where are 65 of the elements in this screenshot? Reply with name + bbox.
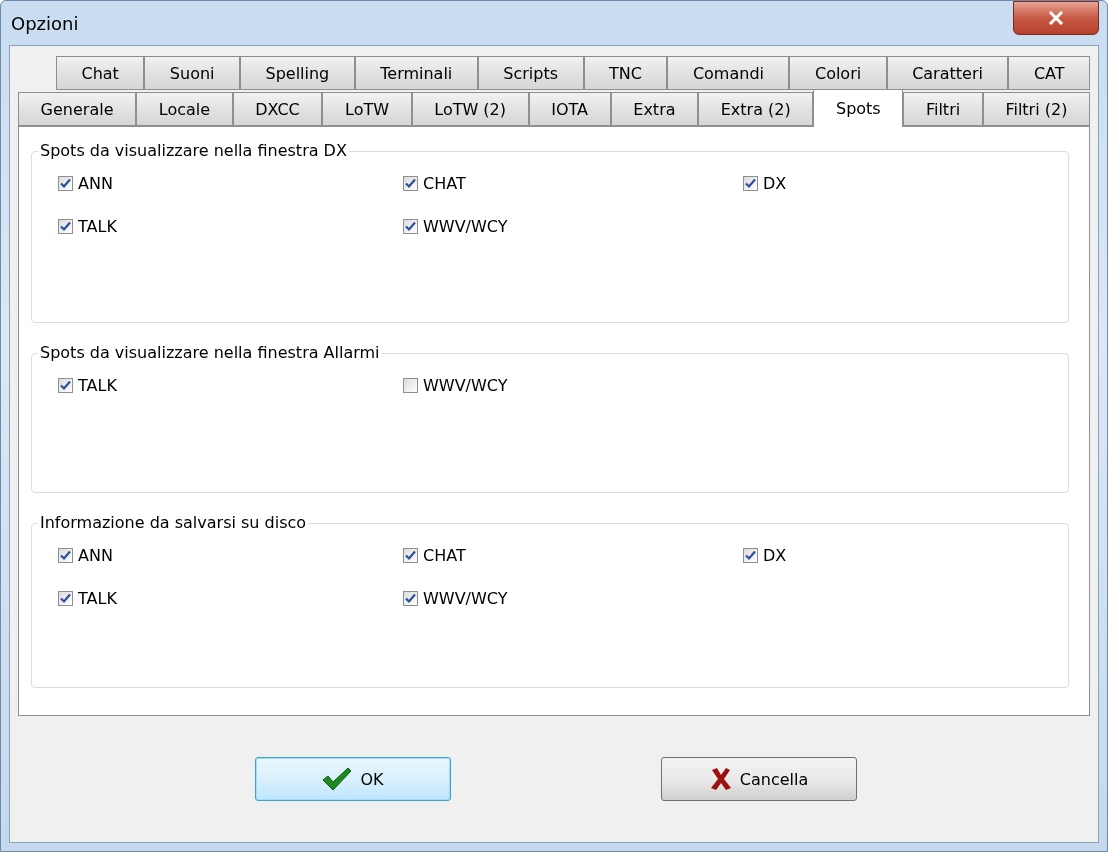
tab[interactable]: Filtri (903, 92, 983, 126)
checkmark-icon (405, 593, 416, 604)
checkmark-icon (322, 767, 353, 791)
checkbox[interactable] (58, 548, 73, 563)
checkmark-icon (60, 593, 71, 604)
checkbox[interactable] (403, 378, 418, 393)
tab[interactable]: Suoni (144, 56, 240, 90)
checkbox[interactable] (403, 176, 418, 191)
tab[interactable]: Locale (136, 92, 233, 126)
checkbox[interactable] (58, 176, 73, 191)
checkbox[interactable] (58, 378, 73, 393)
checkbox-label: ANN (78, 546, 113, 565)
group-title: Spots da visualizzare nella finestra DX (38, 141, 349, 160)
checkmark-icon (405, 550, 416, 561)
checkbox[interactable] (403, 548, 418, 563)
checkbox-label: WWV/WCY (423, 589, 508, 608)
tab[interactable]: Scripts (477, 56, 584, 90)
checkbox-label: CHAT (423, 174, 466, 193)
tab[interactable]: Generale (18, 92, 137, 126)
tab[interactable]: LoTW (322, 92, 412, 126)
checkbox-label: TALK (78, 589, 117, 608)
checkbox[interactable] (403, 591, 418, 606)
cross-icon (709, 767, 732, 791)
group-title: Spots da visualizzare nella finestra Allarmi (38, 343, 382, 362)
checkmark-icon (60, 178, 71, 189)
tab[interactable]: IOTA (528, 92, 611, 126)
tab[interactable]: Comandi (667, 56, 790, 90)
checkbox[interactable] (403, 219, 418, 234)
checkbox[interactable] (58, 591, 73, 606)
ok-button[interactable]: OK (255, 757, 451, 801)
checkbox-label: TALK (78, 217, 117, 236)
checkmark-icon (405, 178, 416, 189)
tab[interactable]: Extra (610, 92, 699, 126)
tab[interactable]: DXCC (232, 92, 323, 126)
checkbox[interactable] (743, 176, 758, 191)
checkbox-label: CHAT (423, 546, 466, 565)
tab[interactable]: Chat (56, 56, 145, 90)
tab[interactable]: Filtri (2) (982, 92, 1090, 126)
tab[interactable]: CAT (1008, 56, 1091, 90)
checkmark-icon (60, 380, 71, 391)
cancel-button[interactable]: Cancella (661, 757, 857, 801)
checkbox-label: ANN (78, 174, 113, 193)
close-button[interactable] (1013, 1, 1099, 35)
checkbox-label: TALK (78, 376, 117, 395)
tab[interactable]: Spots (813, 89, 904, 127)
checkbox-label: DX (763, 174, 787, 193)
tab[interactable]: LoTW (2) (411, 92, 529, 126)
tab[interactable]: Caratteri (886, 56, 1009, 90)
checkmark-icon (745, 178, 756, 189)
tab[interactable]: Colori (789, 56, 887, 90)
tab[interactable]: TNC (583, 56, 668, 90)
checkbox-label: WWV/WCY (423, 217, 508, 236)
checkmark-icon (405, 221, 416, 232)
tab[interactable]: Terminali (354, 56, 478, 90)
checkbox-label: WWV/WCY (423, 376, 508, 395)
checkmark-icon (60, 550, 71, 561)
checkbox-label: DX (763, 546, 787, 565)
checkbox[interactable] (743, 548, 758, 563)
checkmark-icon (60, 221, 71, 232)
close-icon (1048, 11, 1064, 25)
tab[interactable]: Spelling (240, 56, 355, 90)
checkmark-icon (745, 550, 756, 561)
checkbox[interactable] (58, 219, 73, 234)
window-title: Opzioni (10, 12, 79, 34)
tab[interactable]: Extra (2) (698, 92, 814, 126)
